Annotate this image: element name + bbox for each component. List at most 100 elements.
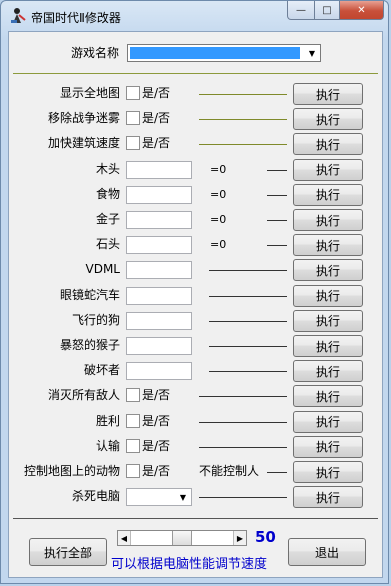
resource-row-1-input[interactable] — [126, 185, 192, 204]
action-row-2-button-label: 执行 — [315, 440, 340, 455]
unit-row-1-input[interactable] — [126, 286, 192, 305]
action-row-1-option: 是/否 — [142, 413, 171, 428]
toggle-row-1-option: 是/否 — [142, 111, 171, 126]
chevron-down-icon: ▼ — [179, 492, 187, 502]
run-all-button[interactable]: 执行全部 — [29, 538, 107, 566]
exit-button[interactable]: 退出 — [288, 538, 366, 566]
minimize-icon: — — [296, 4, 306, 16]
resource-row-2-suffix: =0 — [210, 213, 227, 226]
maximize-button[interactable]: □ — [315, 1, 340, 20]
action-row-1-label: 胜利 — [95, 413, 120, 428]
unit-row-1-button[interactable]: 执行 — [293, 284, 363, 307]
slider-left-arrow-icon[interactable]: ◀ — [118, 531, 131, 545]
kill-ai-row-label: 杀死电脑 — [71, 489, 120, 504]
resource-row-1-line — [267, 194, 287, 196]
action-row-3-line — [267, 472, 287, 473]
toggle-row-1-checkbox[interactable] — [126, 111, 140, 126]
action-row-0-checkbox[interactable] — [126, 388, 140, 403]
resource-row-0-label: 木头 — [95, 161, 120, 176]
resource-row-2-button[interactable]: 执行 — [293, 209, 363, 231]
resource-row-2-line — [267, 220, 287, 221]
action-row-3-note: 不能控制人 — [199, 464, 260, 478]
kill-ai-row-button[interactable]: 执行 — [293, 486, 363, 509]
resource-row-3-suffix: =0 — [210, 238, 227, 252]
action-row-3-option: 是/否 — [142, 464, 171, 478]
minimize-button[interactable]: — — [287, 1, 315, 20]
resource-row-3-button-label: 执行 — [315, 238, 340, 253]
unit-row-2-button[interactable]: 执行 — [293, 309, 363, 332]
action-row-1-checkbox[interactable] — [126, 413, 140, 428]
action-row-0-button-label: 执行 — [315, 389, 340, 404]
toggle-row-1-button-label: 执行 — [315, 112, 340, 127]
speed-slider[interactable]: ◀ ▶ — [117, 530, 247, 546]
exit-label: 退出 — [314, 545, 339, 560]
close-icon: ✕ — [357, 4, 366, 16]
unit-row-3-input[interactable] — [126, 337, 192, 355]
resource-row-2-button-label: 执行 — [315, 213, 340, 228]
action-row-2-checkbox[interactable] — [126, 438, 140, 453]
toggle-row-0-button-label: 执行 — [315, 87, 340, 102]
title-bar[interactable]: 帝国时代Ⅱ修改器 — □ ✕ — [1, 1, 388, 31]
toggle-row-0-line — [199, 94, 287, 95]
resource-row-2-label: 金子 — [95, 212, 120, 226]
action-row-1-button[interactable]: 执行 — [293, 410, 363, 433]
unit-row-1-line — [209, 295, 287, 297]
main-window: 帝国时代Ⅱ修改器 — □ ✕ 游戏名称 ▼ 显示全地图 是/否 执行 移除战争迷雾 是/… — [0, 0, 389, 584]
close-button[interactable]: ✕ — [340, 1, 384, 20]
resource-row-0-input[interactable] — [126, 160, 192, 179]
toggle-row-2-label: 加快建筑速度 — [47, 136, 120, 151]
unit-row-2-label: 飞行的狗 — [71, 312, 120, 327]
resource-row-1-button[interactable]: 执行 — [293, 183, 363, 206]
action-row-3-checkbox[interactable] — [126, 464, 140, 478]
resource-row-3-input[interactable] — [126, 236, 192, 255]
unit-row-2-line — [209, 320, 287, 322]
unit-row-0-button[interactable]: 执行 — [293, 259, 363, 282]
slider-right-arrow-icon[interactable]: ▶ — [233, 531, 246, 545]
unit-row-4-input[interactable] — [126, 362, 192, 381]
window-title: 帝国时代Ⅱ修改器 — [31, 11, 121, 25]
toggle-row-0-checkbox[interactable] — [126, 86, 140, 100]
unit-row-3-button[interactable]: 执行 — [293, 335, 363, 357]
resource-row-3-line — [267, 245, 287, 247]
toggle-row-1-button[interactable]: 执行 — [293, 108, 363, 131]
action-row-0-label: 消灭所有敌人 — [47, 388, 120, 403]
speed-value: 50 — [255, 528, 276, 546]
bottom-divider — [13, 518, 378, 519]
toggle-row-2-button-label: 执行 — [315, 137, 340, 152]
resource-row-2-input[interactable] — [126, 211, 192, 229]
game-select[interactable]: ▼ — [127, 44, 321, 62]
action-row-3-button-label: 执行 — [315, 465, 340, 480]
game-name-label: 游戏名称 — [71, 46, 120, 60]
resource-row-3-button[interactable]: 执行 — [293, 234, 363, 257]
unit-row-0-button-label: 执行 — [315, 263, 340, 278]
action-row-2-option: 是/否 — [142, 438, 171, 453]
unit-row-0-input[interactable] — [126, 261, 192, 280]
chevron-down-icon: ▼ — [308, 48, 316, 58]
unit-row-4-label: 破坏者 — [83, 363, 120, 378]
resource-row-0-button[interactable]: 执行 — [293, 158, 363, 181]
client-area: 游戏名称 ▼ 显示全地图 是/否 执行 移除战争迷雾 是/否 执行 加快建筑速度 是/否 执行木… — [8, 31, 383, 578]
toggle-row-2-button[interactable]: 执行 — [293, 133, 363, 156]
resource-row-1-suffix: =0 — [210, 187, 227, 201]
toggle-row-2-line — [199, 144, 287, 146]
resource-row-1-label: 食物 — [95, 186, 120, 201]
unit-row-4-line — [209, 371, 287, 373]
toggle-row-0-button[interactable]: 执行 — [293, 83, 363, 105]
slider-thumb[interactable] — [172, 531, 192, 545]
unit-row-4-button-label: 执行 — [315, 364, 340, 379]
toggle-row-2-option: 是/否 — [142, 136, 171, 151]
kill-ai-select[interactable]: ▼ — [126, 488, 192, 507]
action-row-0-line — [199, 396, 287, 398]
action-row-0-button[interactable]: 执行 — [293, 385, 363, 408]
toggle-row-2-checkbox[interactable] — [126, 136, 140, 151]
unit-row-4-button[interactable]: 执行 — [293, 360, 363, 383]
action-row-2-button[interactable]: 执行 — [293, 435, 363, 458]
unit-row-1-button-label: 执行 — [315, 289, 340, 304]
action-row-2-line — [199, 446, 287, 448]
action-row-1-line — [199, 421, 287, 423]
action-row-1-button-label: 执行 — [315, 415, 340, 430]
toggle-row-1-line — [199, 119, 287, 121]
unit-row-0-label: VDML — [85, 262, 121, 277]
action-row-3-button[interactable]: 执行 — [293, 461, 363, 483]
unit-row-2-input[interactable] — [126, 311, 192, 330]
